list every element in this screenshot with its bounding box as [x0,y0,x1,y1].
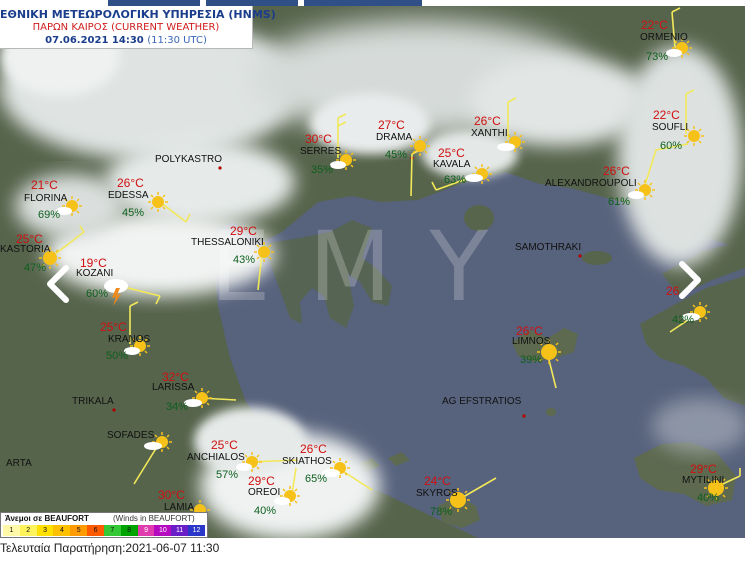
sun-icon [148,192,168,212]
datetime-utc: (11:30 UTC) [147,35,207,46]
legend-subtitle: (Winds in BEAUFORT) [113,514,195,523]
legend-cell: 9 [137,525,155,536]
station-florina-name[interactable]: FLORINA [24,193,67,204]
legend-cell: 1 [3,525,20,536]
station-edessa-name[interactable]: EDESSA [108,190,149,201]
observation-datetime: 07.06.2021 14:30 (11:30 UTC) [0,34,252,47]
station-alexandroupoli-name[interactable]: ALEXANDROUPOLI [545,178,637,189]
station-xanthi-name[interactable]: XANTHI [471,128,508,139]
station-kavala-humidity: 63% [444,174,467,186]
station-mytilini-temp: 29°C [690,462,717,476]
station-thessaloniki-name[interactable]: THESSALONIKI [191,237,264,248]
station-serres-name[interactable]: SERRES [300,146,341,157]
station-skyros-temp: 24°C [424,474,451,488]
station-kozani-humidity: 60% [86,288,109,300]
next-arrow-button[interactable] [674,260,704,300]
station-kozani-name[interactable]: KOZANI [76,268,113,279]
station-kavala-temp: 25°C [438,146,465,160]
station-ormenio-temp: 22°C [641,18,668,32]
station-mytilini-name[interactable]: MYTILINI [682,475,724,486]
station-soufli-humidity: 60% [660,140,683,152]
station-lamia-temp: 30°C [158,488,185,502]
station-soufli-temp: 22°C [653,108,680,122]
legend-cell: 10 [154,525,172,536]
station-skyros-name[interactable]: SKYROS [416,488,458,499]
station-soufli-name[interactable]: SOUFLI [652,122,688,133]
legend-cell: 5 [70,525,88,536]
station-limnos-name[interactable]: LIMNOS [512,336,550,347]
station-edessa-humidity: 45% [122,207,145,219]
station-east-humidity: 42% [672,314,695,326]
station-oreoi-temp: 29°C [248,474,275,488]
last-observation-text: Τελευταία Παρατήρηση:2021-06-07 11:30 [0,541,220,555]
legend-cell: 2 [19,525,37,536]
station-xanthi-temp: 26°C [474,114,501,128]
legend-cell: 11 [171,525,189,536]
sun-icon [410,136,430,156]
satellite-map: EMY 22°C ORMENIO 73% 30°C SERRES 35% 27°… [0,6,745,538]
station-mytilini-humidity: 40% [697,492,720,504]
station-oreoi-humidity: 40% [254,505,277,517]
station-serres-humidity: 35% [311,164,334,176]
station-skiathos-temp: 26°C [300,442,327,456]
legend-cell: 6 [87,525,104,536]
beaufort-legend: Άνεμοι σε BEAUFORT (Winds in BEAUFORT) 1… [0,512,208,538]
station-thessaloniki-temp: 29°C [230,224,257,238]
station-limnos-humidity: 39% [520,354,543,366]
station-drama-temp: 27°C [378,118,405,132]
legend-cell: 4 [53,525,71,536]
thasos-island [464,205,494,231]
legend-cell: 7 [103,525,121,536]
place-samothraki: SAMOTHRAKI [515,242,582,253]
samothraki-island [582,251,612,265]
efstratios-island [546,408,556,416]
station-serres-temp: 30°C [305,132,332,146]
chevron-left-icon [47,265,69,303]
station-skiathos-name[interactable]: SKIATHOS [282,456,332,467]
station-anchialos-humidity: 57% [216,469,239,481]
station-sofades-name[interactable]: SOFADES [107,430,154,441]
station-skyros-humidity: 78% [430,506,453,518]
datetime-local: 07.06.2021 14:30 [45,35,144,46]
station-edessa-temp: 26°C [117,176,144,190]
station-kavala-name[interactable]: KAVALA [433,159,470,170]
legend-cell: 12 [188,525,205,536]
station-anchialos-temp: 25°C [211,438,238,452]
previous-arrow-button[interactable] [44,264,74,304]
station-larissa-humidity: 34% [166,401,189,413]
legend-scale: 1 2 3 4 5 6 7 8 9 10 11 12 [3,525,205,536]
legend-cell: 3 [36,525,54,536]
station-kranos-humidity: 50% [106,350,129,362]
station-ormenio-name[interactable]: ORMENIO [640,32,688,43]
station-florina-humidity: 69% [38,209,61,221]
weather-map-page: EMY 22°C ORMENIO 73% 30°C SERRES 35% 27°… [0,0,753,564]
station-drama-name[interactable]: DRAMA [376,132,412,143]
place-arta: ARTA [6,458,32,469]
map-subtitle: ΠΑΡΩΝ ΚΑΙΡΟΣ (CURRENT WEATHER) [32,22,220,33]
place-ag-efstratios: AG EFSTRATIOS [442,396,522,407]
station-alexandroupoli-temp: 26°C [603,164,630,178]
station-kastoria-name[interactable]: KASTORIA [0,244,50,255]
station-alexandroupoli-humidity: 61% [608,196,631,208]
station-florina-temp: 21°C [31,178,58,192]
chevron-right-icon [679,261,701,299]
station-larissa-name[interactable]: LARISSA [152,382,194,393]
station-skiathos-humidity: 65% [305,473,328,485]
place-polykastro: POLYKASTRO [155,154,223,165]
station-anchialos-name[interactable]: ANCHIALOS [187,452,245,463]
station-oreoi-name[interactable]: OREOI [248,487,280,498]
station-kranos-name[interactable]: KRANOS [108,334,150,345]
station-kranos-temp: 25°C [100,320,127,334]
station-ormenio-humidity: 73% [646,51,669,63]
legend-cell: 8 [120,525,138,536]
place-trikala: TRIKALA [72,396,114,407]
legend-title: Άνεμοι σε BEAUFORT [5,514,89,523]
station-drama-humidity: 45% [385,149,408,161]
agency-title: ΕΘΝΙΚΗ ΜΕΤΕΩΡΟΛΟΓΙΚΗ ΥΠΗΡΕΣΙΑ (HNMS) [0,8,276,21]
station-kastoria-humidity: 47% [24,262,47,274]
station-thessaloniki-humidity: 43% [233,254,256,266]
map-header: ΕΘΝΙΚΗ ΜΕΤΕΩΡΟΛΟΓΙΚΗ ΥΠΗΡΕΣΙΑ (HNMS) ΠΑΡ… [0,6,276,49]
